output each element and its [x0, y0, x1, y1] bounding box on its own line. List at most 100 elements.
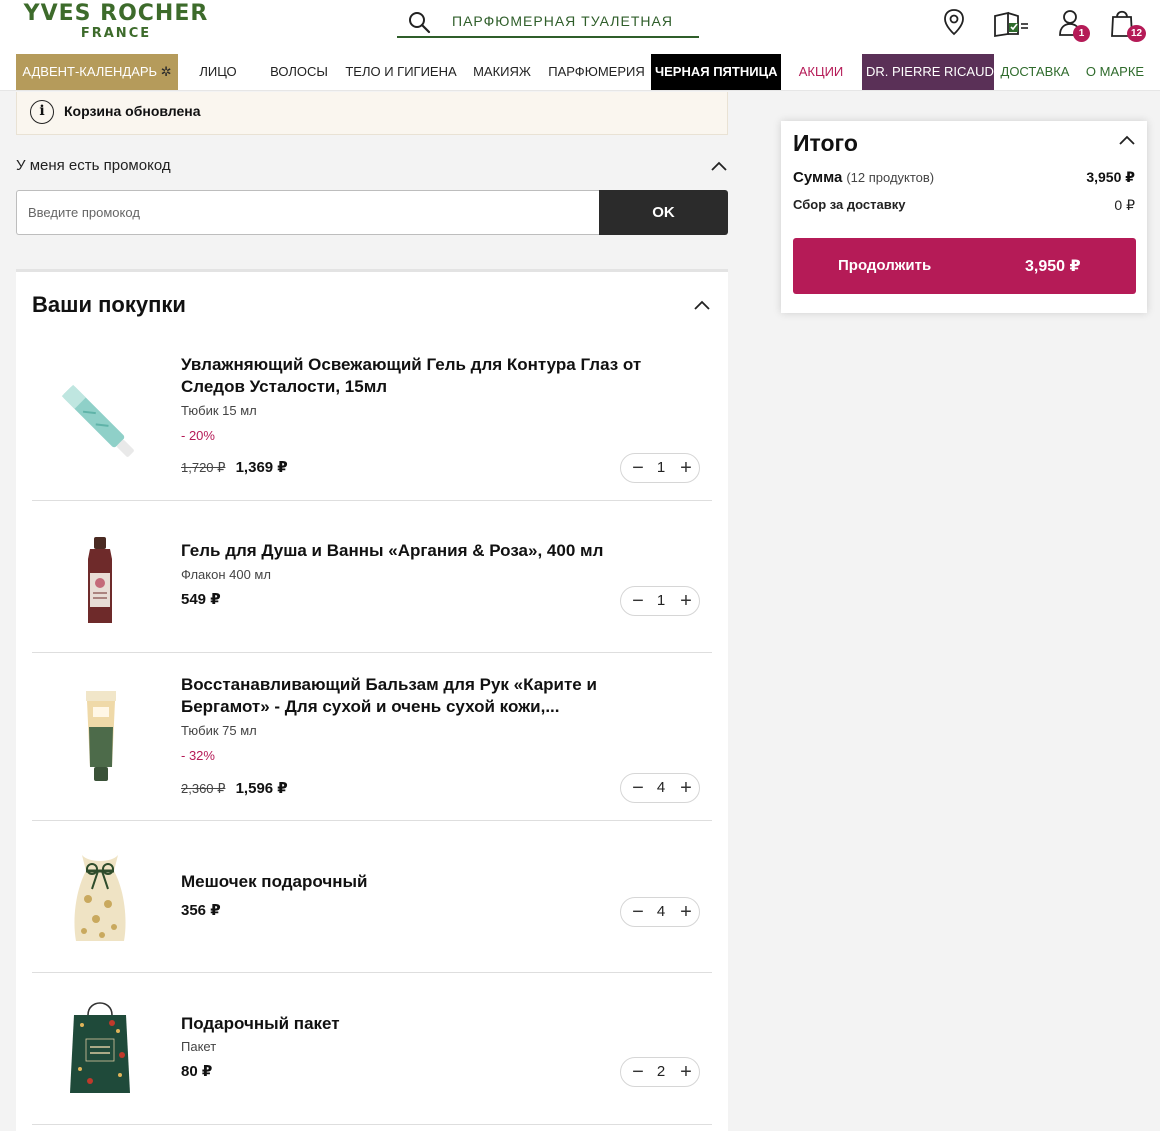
minus-icon[interactable]: − [628, 901, 648, 923]
minus-icon[interactable]: − [628, 457, 648, 479]
info-icon: i [30, 100, 54, 124]
shower-gel-bottle-image[interactable] [52, 531, 148, 631]
item-current-price: 356 ₽ [181, 902, 221, 919]
plus-icon[interactable]: + [676, 1061, 696, 1083]
hand-balm-tube-image[interactable] [52, 687, 148, 787]
brand-name: YVES ROCHER [23, 1, 209, 26]
item-discount: - 20% [181, 428, 215, 443]
plus-icon[interactable]: + [676, 777, 696, 799]
item-discount: - 32% [181, 748, 215, 763]
notice-text: Корзина обновлена [64, 103, 201, 119]
minus-icon[interactable]: − [628, 590, 648, 612]
item-price: 80 ₽ [181, 1062, 212, 1080]
item-price: 2,360 ₽ 1,596 ₽ [181, 779, 288, 797]
cart-item: Восстанавливающий Бальзам для Рук «Карит… [32, 653, 712, 821]
main-nav: АДВЕНТ-КАЛЕНДАРЬ ✲ ЛИЦО ВОЛОСЫ ТЕЛО И ГИ… [16, 54, 1160, 90]
chevron-up-icon[interactable] [1119, 135, 1135, 145]
loyalty-card-icon[interactable] [992, 6, 1030, 40]
plus-icon[interactable]: + [676, 901, 696, 923]
delivery-value: 0 ₽ [1114, 197, 1135, 213]
minus-icon[interactable]: − [628, 1061, 648, 1083]
header: YVES ROCHER FRANCE ПАРФЮМЕРНАЯ ТУАЛЕТНАЯ… [0, 0, 1160, 91]
item-old-price: 2,360 ₽ [181, 781, 226, 796]
item-name[interactable]: Подарочный пакет [181, 1013, 671, 1035]
item-current-price: 80 ₽ [181, 1063, 213, 1080]
continue-label: Продолжить [838, 257, 932, 274]
item-variant: Тюбик 75 мл [181, 723, 257, 738]
nav-sale[interactable]: АКЦИИ [793, 54, 849, 90]
sum-count: (12 продуктов) [846, 170, 935, 185]
gift-bag-image[interactable] [52, 995, 148, 1095]
delivery-label: Сбор за доставку [793, 197, 906, 212]
item-variant: Флакон 400 мл [181, 567, 271, 582]
item-current-price: 1,596 ₽ [235, 780, 288, 797]
promo-toggle-label[interactable]: У меня есть промокод [16, 157, 171, 174]
cart-item: Увлажняющий Освежающий Гель для Контура … [32, 340, 712, 501]
cart-item: Мешочек подарочный 356 ₽ − 4 + [32, 821, 712, 973]
item-variant: Тюбик 15 мл [181, 403, 257, 418]
quantity-value: 4 [656, 903, 666, 920]
item-price: 1,720 ₽ 1,369 ₽ [181, 458, 288, 476]
item-current-price: 1,369 ₽ [235, 459, 288, 476]
cart-item: Подарочный пакет Пакет 80 ₽ − 2 + [32, 973, 712, 1125]
brand-subtitle: FRANCE [80, 26, 152, 41]
chevron-up-icon[interactable] [711, 161, 727, 171]
quantity-stepper: − 1 + [620, 453, 700, 483]
quantity-stepper: − 2 + [620, 1057, 700, 1087]
order-summary: Итого Сумма (12 продуктов) 3,950 ₽ Сбор з… [781, 121, 1147, 313]
item-old-price: 1,720 ₽ [181, 460, 226, 475]
item-name[interactable]: Восстанавливающий Бальзам для Рук «Карит… [181, 674, 671, 718]
nav-face[interactable]: ЛИЦО [188, 54, 248, 90]
item-price: 549 ₽ [181, 590, 221, 608]
chevron-up-icon[interactable] [694, 300, 710, 310]
plus-icon[interactable]: + [676, 457, 696, 479]
brand-logo[interactable]: YVES ROCHER FRANCE [18, 2, 214, 42]
store-location-icon[interactable] [940, 6, 970, 40]
nav-advent-label: АДВЕНТ-КАЛЕНДАРЬ [22, 64, 158, 79]
promo-ok-button[interactable]: OK [599, 190, 728, 235]
continue-button[interactable]: Продолжить 3,950 ₽ [793, 238, 1136, 294]
item-current-price: 549 ₽ [181, 591, 221, 608]
cart-title: Ваши покупки [32, 292, 186, 317]
nav-perfume[interactable]: ПАРФЮМЕРИЯ [545, 54, 648, 90]
sum-label: Сумма [793, 169, 843, 186]
item-price: 356 ₽ [181, 901, 221, 919]
quantity-stepper: − 4 + [620, 897, 700, 927]
nav-body[interactable]: ТЕЛО И ГИГИЕНА [343, 54, 459, 90]
star-icon: ✲ [160, 64, 172, 79]
quantity-value: 2 [656, 1063, 666, 1080]
cart-item: Гель для Душа и Ванны «Аргания & Роза», … [32, 501, 712, 653]
quantity-value: 1 [656, 459, 666, 476]
sum-value: 3,950 ₽ [1086, 169, 1135, 185]
item-name[interactable]: Увлажняющий Освежающий Гель для Контура … [181, 354, 671, 398]
continue-amount: 3,950 ₽ [1025, 258, 1081, 275]
sum-row: Сумма (12 продуктов) [793, 169, 934, 186]
cart-badge: 12 [1127, 25, 1146, 42]
nav-advent-calendar[interactable]: АДВЕНТ-КАЛЕНДАРЬ ✲ [16, 54, 178, 90]
minus-icon[interactable]: − [628, 777, 648, 799]
eye-gel-tube-image[interactable] [52, 373, 148, 473]
account-badge: 1 [1073, 25, 1090, 42]
search-bar[interactable]: ПАРФЮМЕРНАЯ ТУАЛЕТНАЯ [397, 4, 699, 38]
nav-dr-pierre-ricaud[interactable]: DR. PIERRE RICAUD [862, 54, 994, 90]
item-name[interactable]: Гель для Душа и Ванны «Аргания & Роза», … [181, 540, 671, 562]
plus-icon[interactable]: + [676, 590, 696, 612]
nav-hair[interactable]: ВОЛОСЫ [266, 54, 332, 90]
quantity-value: 4 [656, 779, 666, 796]
promo-code-input[interactable] [16, 190, 600, 235]
quantity-stepper: − 4 + [620, 773, 700, 803]
quantity-stepper: − 1 + [620, 586, 700, 616]
summary-title: Итого [793, 130, 858, 156]
search-icon[interactable] [407, 10, 431, 34]
nav-delivery[interactable]: ДОСТАВКА [997, 54, 1073, 90]
nav-about[interactable]: О МАРКЕ [1084, 54, 1146, 90]
cart-panel: Ваши покупки Увлажняющий Освежающий Гель… [16, 269, 728, 1131]
cart-updated-notice: i Корзина обновлена [16, 92, 728, 135]
search-text[interactable]: ПАРФЮМЕРНАЯ ТУАЛЕТНАЯ [452, 13, 673, 29]
item-name[interactable]: Мешочек подарочный [181, 871, 671, 893]
nav-black-friday[interactable]: ЧЕРНАЯ ПЯТНИЦА [651, 54, 781, 90]
item-variant: Пакет [181, 1039, 217, 1054]
quantity-value: 1 [656, 592, 666, 609]
gift-pouch-image[interactable] [52, 849, 148, 949]
nav-makeup[interactable]: МАКИЯЖ [468, 54, 536, 90]
